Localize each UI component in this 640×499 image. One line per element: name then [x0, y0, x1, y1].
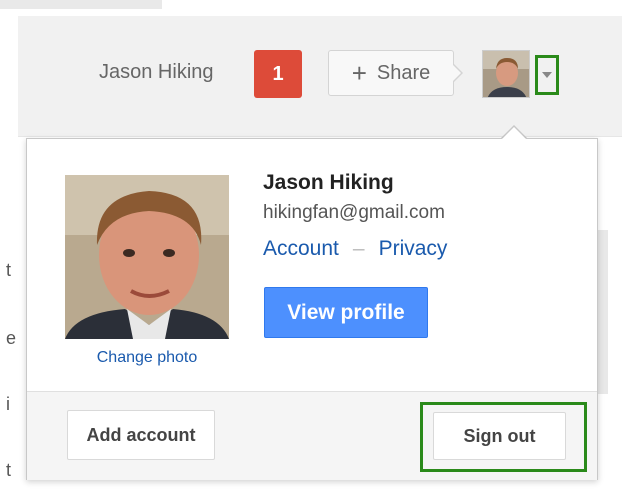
header-user-name[interactable]: Jason Hiking [99, 61, 214, 84]
profile-photo-image [65, 175, 229, 339]
side-text-1: t [6, 260, 12, 280]
account-popup: Change photo Jason Hiking hikingfan@gmai… [26, 138, 598, 480]
account-links: Account – Privacy [263, 237, 447, 261]
background-page-edge [598, 230, 608, 394]
top-bar-fragment [0, 0, 162, 9]
notification-count: 1 [272, 62, 284, 85]
profile-photo[interactable] [65, 175, 229, 339]
sign-out-button[interactable]: Sign out [433, 412, 566, 460]
view-profile-button[interactable]: View profile [264, 287, 428, 338]
account-dropdown-toggle[interactable] [535, 55, 559, 95]
privacy-link[interactable]: Privacy [379, 237, 448, 260]
popup-notch-inner [501, 127, 527, 140]
share-button[interactable]: + Share [328, 50, 454, 96]
share-arrow-inner [452, 64, 461, 82]
chevron-down-icon [542, 72, 552, 78]
link-separator: – [352, 237, 365, 260]
side-text-2: e [6, 328, 17, 348]
avatar-photo [483, 51, 529, 97]
avatar[interactable] [482, 50, 530, 98]
share-button-label: Share [376, 61, 431, 84]
account-email: hikingfan@gmail.com [263, 202, 445, 223]
account-popup-footer: Add account Sign out [27, 391, 597, 480]
side-text-4: t [6, 460, 12, 480]
change-photo-link[interactable]: Change photo [65, 349, 229, 367]
plus-icon: + [351, 58, 367, 88]
account-display-name: Jason Hiking [263, 171, 394, 194]
add-account-button[interactable]: Add account [67, 410, 215, 460]
notification-badge[interactable]: 1 [254, 50, 302, 98]
account-link[interactable]: Account [263, 237, 339, 260]
side-text-3: i [6, 394, 10, 414]
